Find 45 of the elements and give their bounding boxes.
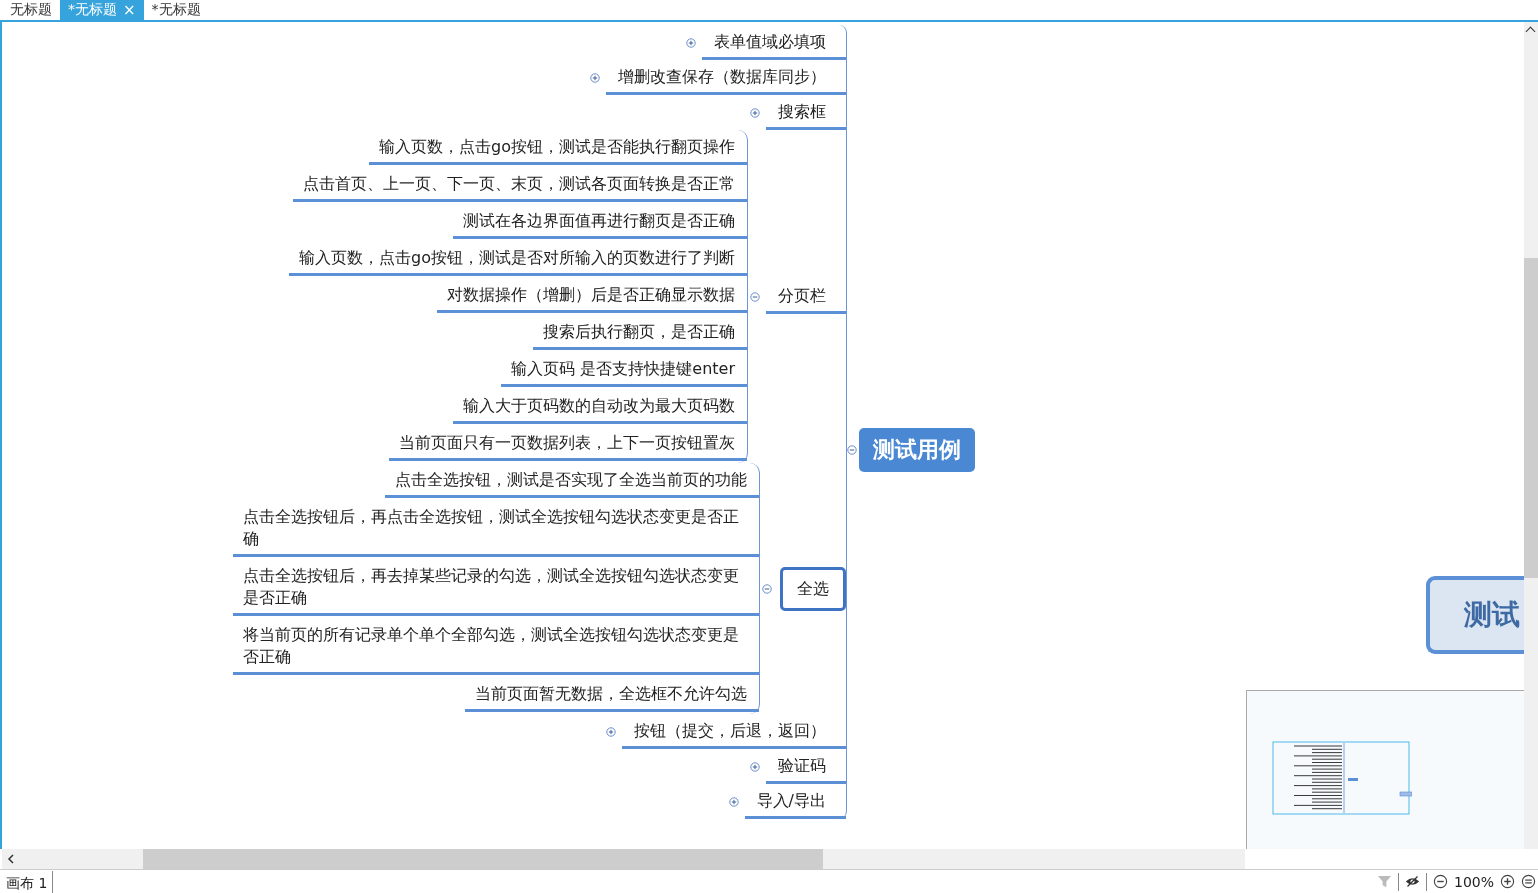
expand-icon[interactable] [728,796,739,807]
topic[interactable]: 验证码 [766,749,846,784]
subtopic[interactable]: 点击全选按钮，测试是否实现了全选当前页的功能 [385,463,759,498]
document-tab[interactable]: *无标题 [143,0,209,20]
expand-icon[interactable] [686,37,696,48]
document-tab[interactable]: 无标题 [2,0,60,20]
subtopic[interactable]: 点击首页、上一页、下一页、末页，测试各页面转换是否正常 [293,167,747,202]
collapse-icon[interactable] [762,583,772,594]
topic[interactable]: 表单值域必填项 [702,25,846,60]
topic[interactable]: 搜索框 [766,95,846,130]
subtopic[interactable]: 输入大于页码数的自动改为最大页码数 [453,389,747,424]
fit-icon[interactable] [1521,874,1536,889]
zoom-in-icon[interactable] [1500,874,1515,889]
topic[interactable]: 全选 [780,566,846,611]
subtopic[interactable]: 输入页数，点击go按钮，测试是否对所输入的页数进行了判断 [289,241,747,276]
expand-icon[interactable] [606,726,616,737]
central-topic[interactable]: 测试用例 [859,428,975,472]
horizontal-scrollbar[interactable] [2,849,1245,869]
expand-icon[interactable] [590,72,600,83]
zoom-level: 100% [1453,873,1494,890]
topic[interactable]: 分页栏 [766,279,846,314]
topic[interactable]: 按钮（提交，后退，返回） [622,714,846,749]
collapse-icon[interactable] [750,291,760,302]
filter-icon[interactable] [1376,874,1392,889]
floating-topic[interactable]: 测试 [1426,576,1524,654]
subtopic[interactable]: 点击全选按钮后，再去掉某些记录的勾选，测试全选按钮勾选状态变更是否正确 [233,559,759,616]
topic[interactable]: 导入/导出 [744,784,846,819]
zoom-out-icon[interactable] [1432,874,1448,889]
topic[interactable]: 增删改查保存（数据库同步） [606,60,846,95]
subtopic[interactable]: 将当前页的所有记录单个单个全部勾选，测试全选按钮勾选状态变更是否正确 [233,618,759,675]
expand-icon[interactable] [750,107,760,118]
sheet-tab[interactable]: 画布 1 [0,870,54,893]
subtopic[interactable]: 输入页数，点击go按钮，测试是否能执行翻页操作 [369,130,747,165]
subtopic[interactable]: 搜索后执行翻页，是否正确 [533,315,747,350]
subtopic[interactable]: 当前页面只有一页数据列表，上下一页按钮置灰 [389,426,747,461]
eye-icon[interactable] [1404,874,1420,889]
subtopic[interactable]: 点击全选按钮后，再点击全选按钮，测试全选按钮勾选状态变更是否正确 [233,500,759,557]
scroll-left-icon[interactable] [7,854,15,864]
subtopic[interactable]: 对数据操作（增删）后是否正确显示数据 [437,278,747,313]
vertical-scrollbar[interactable] [1524,22,1538,849]
expand-icon[interactable] [750,761,760,772]
subtopic[interactable]: 当前页面暂无数据，全选框不允许勾选 [465,677,759,712]
collapse-icon[interactable] [847,445,857,455]
subtopic[interactable]: 测试在各边界面值再进行翻页是否正确 [453,204,747,239]
subtopic[interactable]: 输入页码 是否支持快捷键enter [501,352,747,387]
